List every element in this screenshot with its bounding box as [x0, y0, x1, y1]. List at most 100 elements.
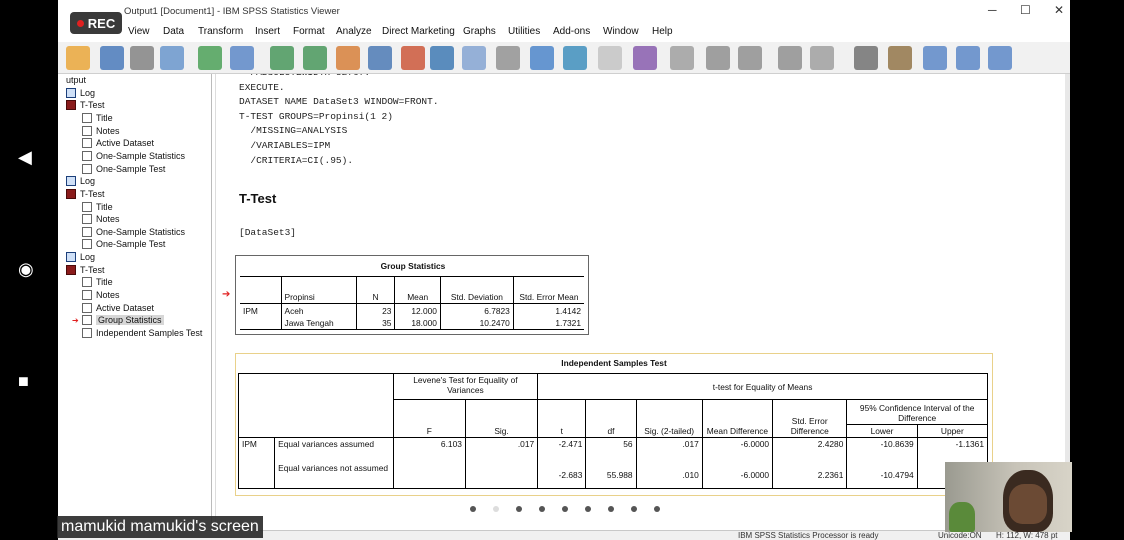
menu-format[interactable]: Format: [293, 26, 325, 37]
outline-item[interactable]: Notes: [82, 289, 120, 301]
hide-icon[interactable]: [888, 46, 912, 70]
outline-item[interactable]: One-Sample Statistics: [82, 226, 185, 238]
page-dot[interactable]: [631, 506, 637, 512]
outline-item[interactable]: utput: [66, 74, 86, 86]
outline-item[interactable]: Title: [82, 112, 113, 124]
menu-graphs[interactable]: Graphs: [463, 26, 496, 37]
outline-item-label: Notes: [96, 290, 120, 301]
gs-group-cell: Aceh: [281, 303, 357, 317]
open-icon[interactable]: [66, 46, 90, 70]
menu-direct-marketing[interactable]: Direct Marketing: [382, 26, 455, 37]
redo-icon[interactable]: [303, 46, 327, 70]
page-dot[interactable]: [516, 506, 522, 512]
insert-text-icon[interactable]: [988, 46, 1012, 70]
outline-item[interactable]: Log: [66, 251, 95, 263]
print-icon[interactable]: [130, 46, 154, 70]
outline-item[interactable]: Notes: [82, 125, 120, 137]
hidden-icon[interactable]: [670, 46, 694, 70]
chart-icon[interactable]: [462, 46, 486, 70]
outline-item-label: One-Sample Test: [96, 163, 166, 174]
select-cases-icon[interactable]: [530, 46, 554, 70]
outline-item-label: Title: [96, 112, 113, 123]
outline-item[interactable]: Independent Samples Test: [82, 327, 202, 339]
forward-icon[interactable]: [738, 46, 762, 70]
undo-icon[interactable]: [270, 46, 294, 70]
menu-utilities[interactable]: Utilities: [508, 26, 540, 37]
page-dot[interactable]: [562, 506, 568, 512]
scatter-icon[interactable]: [496, 46, 520, 70]
outline-item[interactable]: One-Sample Test: [82, 163, 165, 175]
recall-dialog-icon[interactable]: [230, 46, 254, 70]
outline-item[interactable]: T-Test: [66, 99, 105, 111]
group-statistics-table[interactable]: Group Statistics Propinsi N Mean Std. De…: [235, 255, 589, 335]
save-icon[interactable]: [100, 46, 124, 70]
close-button[interactable]: ✕: [1054, 3, 1064, 17]
gs-mean-cell: 12.000: [394, 303, 441, 317]
minimize-button[interactable]: ─: [988, 3, 997, 17]
spss-viewer-window: Output1 [Document1] - IBM SPSS Statistic…: [58, 0, 1070, 540]
back-icon[interactable]: [706, 46, 730, 70]
value-labels-icon[interactable]: [563, 46, 587, 70]
page-dot[interactable]: [608, 506, 614, 512]
outline-item[interactable]: Log: [66, 87, 95, 99]
ist-col-sig: Sig.: [464, 399, 539, 438]
script-icon[interactable]: [633, 46, 657, 70]
outline-item[interactable]: Notes: [82, 213, 120, 225]
ist-sed-cell: 2.2361: [772, 461, 848, 489]
expand-icon[interactable]: [778, 46, 802, 70]
collapse-arrow-icon[interactable]: ◀: [18, 148, 32, 166]
goto-variable-icon[interactable]: [401, 46, 425, 70]
goto-data-icon[interactable]: [336, 46, 360, 70]
menu-help[interactable]: Help: [652, 26, 673, 37]
menu-transform[interactable]: Transform: [198, 26, 243, 37]
collapse-icon[interactable]: [810, 46, 834, 70]
insert-heading-icon[interactable]: [923, 46, 947, 70]
syntax-line: /CRITERIA=CI(.95).: [239, 154, 354, 166]
log-icon: [66, 252, 76, 263]
maximize-button[interactable]: ☐: [1020, 3, 1031, 17]
rec-badge[interactable]: REC: [70, 12, 122, 34]
menu-window[interactable]: Window: [603, 26, 639, 37]
ist-lower-cell: -10.4794: [846, 461, 918, 489]
outline-item[interactable]: Active Dataset: [82, 137, 154, 149]
outline-item-label: Title: [96, 277, 113, 288]
outline-item-selected[interactable]: Group Statistics ➔: [72, 314, 164, 326]
stop-icon[interactable]: ■: [18, 372, 29, 390]
record-target-icon[interactable]: ◉: [18, 260, 34, 278]
outline-item[interactable]: T-Test: [66, 264, 105, 276]
menu-data[interactable]: Data: [163, 26, 184, 37]
ist-col-lower: Lower: [846, 424, 918, 438]
outline-item[interactable]: One-Sample Statistics: [82, 150, 185, 162]
menu-add-ons[interactable]: Add-ons: [553, 26, 590, 37]
ist-col-sed: Std. Error Difference: [772, 399, 848, 438]
ist-grid: Levene's Test for Equality of Variances …: [237, 373, 989, 489]
outline-item[interactable]: Title: [82, 276, 113, 288]
outline-item[interactable]: One-Sample Test: [82, 238, 165, 250]
outline-item[interactable]: Title: [82, 201, 113, 213]
page-dot-active[interactable]: [493, 506, 499, 512]
document-icon: [82, 290, 92, 301]
ist-ci-header: 95% Confidence Interval of the Differenc…: [846, 399, 988, 425]
outline-item[interactable]: Log: [66, 175, 95, 187]
page-dot[interactable]: [470, 506, 476, 512]
goto-case-icon[interactable]: [368, 46, 392, 70]
page-dot[interactable]: [539, 506, 545, 512]
menu-insert[interactable]: Insert: [255, 26, 280, 37]
table-icon: [82, 315, 92, 326]
menu-view[interactable]: View: [128, 26, 150, 37]
insert-title-icon[interactable]: [956, 46, 980, 70]
export-icon[interactable]: [198, 46, 222, 70]
menu-analyze[interactable]: Analyze: [336, 26, 372, 37]
page-dot[interactable]: [585, 506, 591, 512]
book-icon: [66, 264, 76, 275]
print-preview-icon[interactable]: [160, 46, 184, 70]
outline-item[interactable]: T-Test: [66, 188, 105, 200]
page-dot[interactable]: [654, 506, 660, 512]
status-dimensions: H: 112, W: 478 pt: [996, 531, 1058, 540]
show-icon[interactable]: [854, 46, 878, 70]
outline-item[interactable]: Active Dataset: [82, 302, 154, 314]
table-row: Equal variances not assumed -2.683 55.98…: [237, 461, 989, 489]
variables-icon[interactable]: [430, 46, 454, 70]
designate-window-icon[interactable]: [598, 46, 622, 70]
outline-item-label: Group Statistics: [96, 315, 164, 326]
